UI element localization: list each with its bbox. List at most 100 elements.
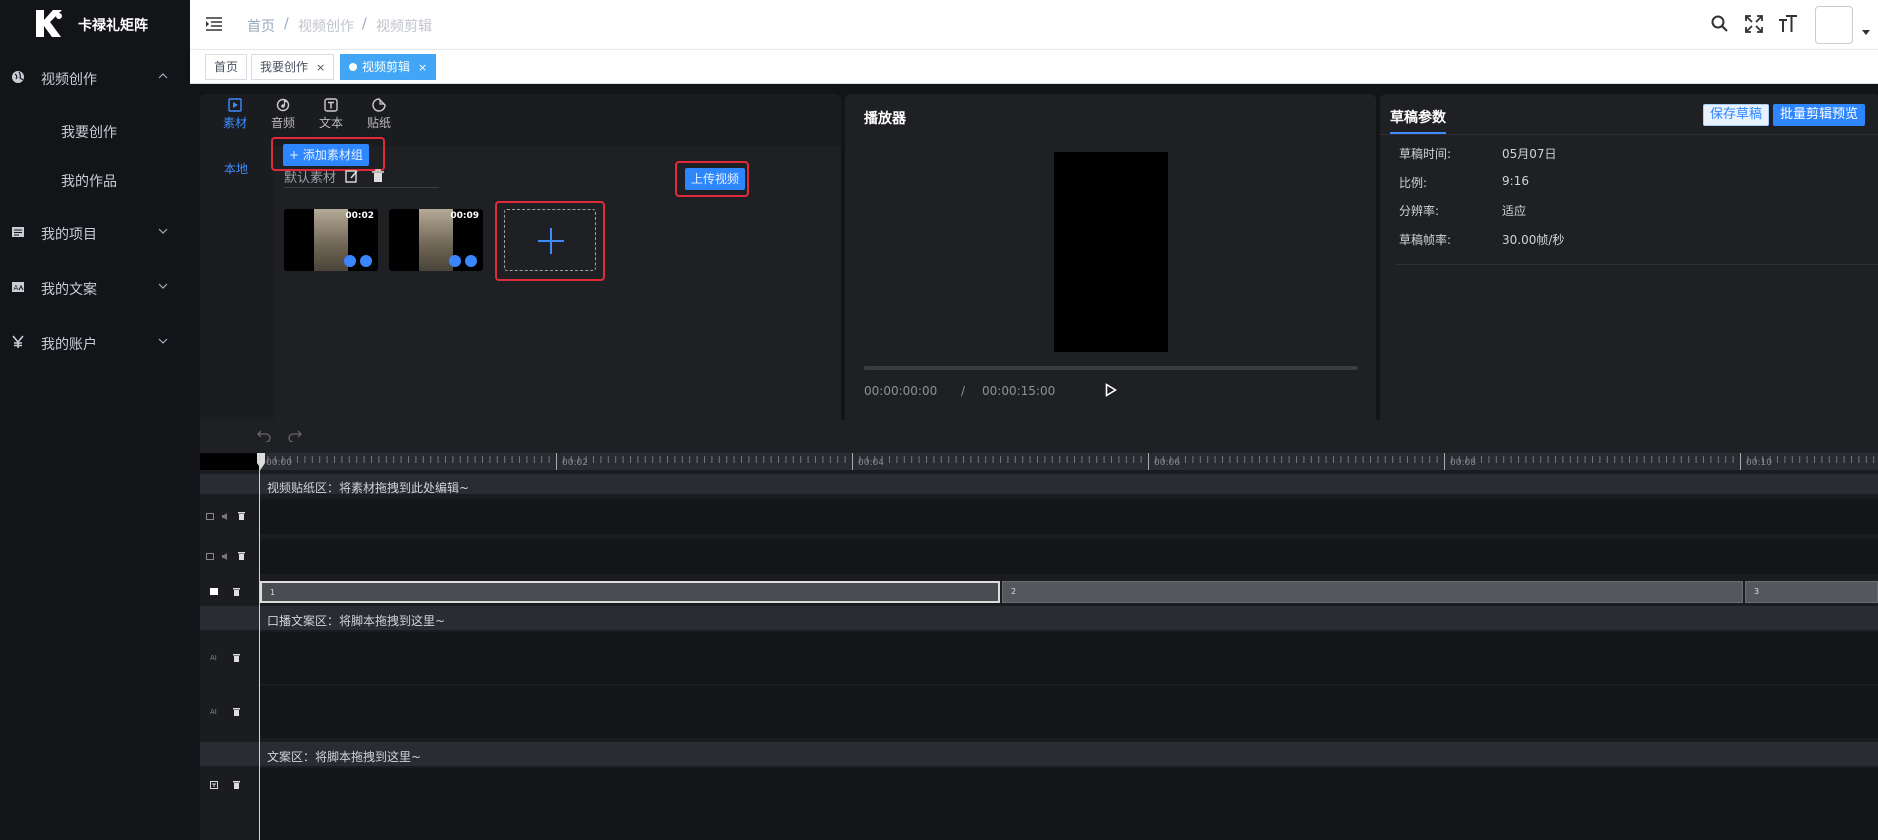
track-delete-icon[interactable] [233,781,240,789]
tab-label: 文本 [318,116,343,130]
avatar[interactable] [1815,6,1853,44]
time-ruler[interactable]: 00:00 00:02 00:04 00:06 00:08 00:10 [257,453,1878,470]
track-controls: AI [200,632,260,684]
video-preview [1054,152,1168,352]
breadcrumb-video-creation[interactable]: 视频创作 [298,16,354,36]
thumb-play-icon[interactable] [465,255,477,267]
video-clip[interactable]: 1 [260,581,1000,603]
chevron-up-icon [158,73,168,79]
menu-fold-icon[interactable] [206,17,222,31]
track-delete-icon[interactable] [233,654,240,662]
material-thumb[interactable]: 00:09 [389,209,483,271]
params-title[interactable]: 草稿参数 [1390,107,1446,127]
sidebar-item-label: 我的项目 [41,227,97,243]
zone-title: 文案区：将脚本拖拽到这里~ [267,750,422,764]
material-thumb[interactable]: 00:02 [284,209,378,271]
sidebar-item-projects[interactable]: 我的项目 [0,215,190,249]
close-icon[interactable]: × [316,61,325,74]
track-delete-icon[interactable] [238,552,245,560]
tag-home[interactable]: 首页 [205,54,248,80]
play-icon[interactable] [1105,383,1117,397]
progress-bar[interactable] [864,366,1358,370]
text-track[interactable] [260,768,1878,840]
material-group-name: 默认素材 [284,171,337,186]
param-value: 适应 [1502,204,1527,218]
voiceover-track[interactable] [260,686,1878,738]
highlight-box [271,137,385,171]
sidebar-subitem-works[interactable]: 我的作品 [61,171,117,191]
tags-view: 首页 我要创作 × 视频剪辑 × [190,50,1878,84]
caret-down-icon[interactable] [1862,30,1870,35]
logo[interactable]: 卡禄礼矩阵 [0,0,190,48]
font-size-icon[interactable] [1778,15,1798,33]
track-volume-icon[interactable] [222,513,230,520]
divider [1380,134,1878,135]
video-clip[interactable]: 2 [1002,581,1743,603]
tab-text[interactable]: 文本 [311,98,351,131]
search-icon[interactable] [1711,15,1729,33]
material-side-nav: 本地 [200,146,274,429]
batch-preview-button[interactable]: 批量剪辑预览 [1773,104,1866,126]
thumb-info-icon[interactable] [344,255,356,267]
thumb-image [419,209,453,271]
redo-icon[interactable] [288,430,302,442]
track-video-icon[interactable] [210,588,218,595]
breadcrumb-home[interactable]: 首页 [247,16,275,36]
sidebar-item-account[interactable]: 我的账户 [0,325,190,359]
divider [1396,264,1878,265]
sticker-track[interactable] [260,499,1878,534]
track-text-icon[interactable] [210,781,218,789]
sidebar-subitem-create[interactable]: 我要创作 [61,122,117,142]
tag-video-edit[interactable]: 视频剪辑 × [340,54,437,80]
yen-icon [12,335,24,348]
voiceover-track[interactable] [260,632,1878,684]
close-icon[interactable]: × [418,61,427,74]
track-delete-icon[interactable] [233,588,240,596]
tab-material[interactable]: 素材 [215,98,255,131]
side-item-local[interactable]: 本地 [224,160,248,177]
breadcrumb-separator: / [284,16,289,32]
timeline-toolbar [200,420,1878,453]
tag-create[interactable]: 我要创作 × [251,54,335,80]
thumb-play-icon[interactable] [360,255,372,267]
sidebar-item-video-creation[interactable]: 视频创作 [0,60,190,94]
track-video-icon[interactable] [206,553,214,560]
tab-audio[interactable]: 音频 [263,98,303,131]
sidebar-item-scripts[interactable]: A 我的文案 [0,270,190,304]
tab-sticker[interactable]: 贴纸 [359,98,399,131]
track-ai-icon: AI [210,654,217,662]
param-value: 30.00帧/秒 [1502,233,1565,247]
highlight-box [675,161,749,197]
app-name: 卡禄礼矩阵 [78,18,148,34]
chevron-down-icon [158,228,168,234]
active-dot-icon [349,62,357,71]
sticker-track[interactable] [260,539,1878,574]
fullscreen-icon[interactable] [1745,15,1763,33]
param-value: 9:16 [1502,174,1529,188]
save-draft-button[interactable]: 保存草稿 [1703,104,1770,126]
track-delete-icon[interactable] [233,708,240,716]
total-time: 00:00:15:00 [982,384,1056,398]
track-delete-icon[interactable] [238,512,245,520]
video-track[interactable]: 1 2 3 [260,580,1878,604]
track-controls: AI [200,686,260,738]
thumb-duration: 00:02 [345,211,374,221]
player-panel: 播放器 00:00:00:00 / 00:00:15:00 [845,94,1376,429]
undo-icon[interactable] [257,430,271,442]
param-key: 分辨率: [1399,204,1440,218]
edit-icon[interactable] [345,169,359,183]
track-ai-icon: AI [210,708,217,716]
thumb-info-icon[interactable] [449,255,461,267]
material-panel: 素材 音频 文本 贴纸 本地 + 添加素材组 默认素材 上传视频 00:02 0… [200,94,841,429]
tab-label: 素材 [222,116,247,130]
chevron-down-icon [158,338,168,344]
track-video-icon[interactable] [206,513,214,520]
delete-icon[interactable] [372,169,384,183]
track-volume-icon[interactable] [222,553,230,560]
zone-title: 视频贴纸区：将素材拖拽到此处编辑~ [267,481,470,495]
voiceover-zone-header: 口播文案区：将脚本拖拽到这里~ [200,606,1878,630]
video-clip[interactable]: 3 [1745,581,1878,603]
tag-label: 首页 [214,60,239,74]
thumb-image [314,209,348,271]
thumb-duration: 00:09 [450,211,479,221]
